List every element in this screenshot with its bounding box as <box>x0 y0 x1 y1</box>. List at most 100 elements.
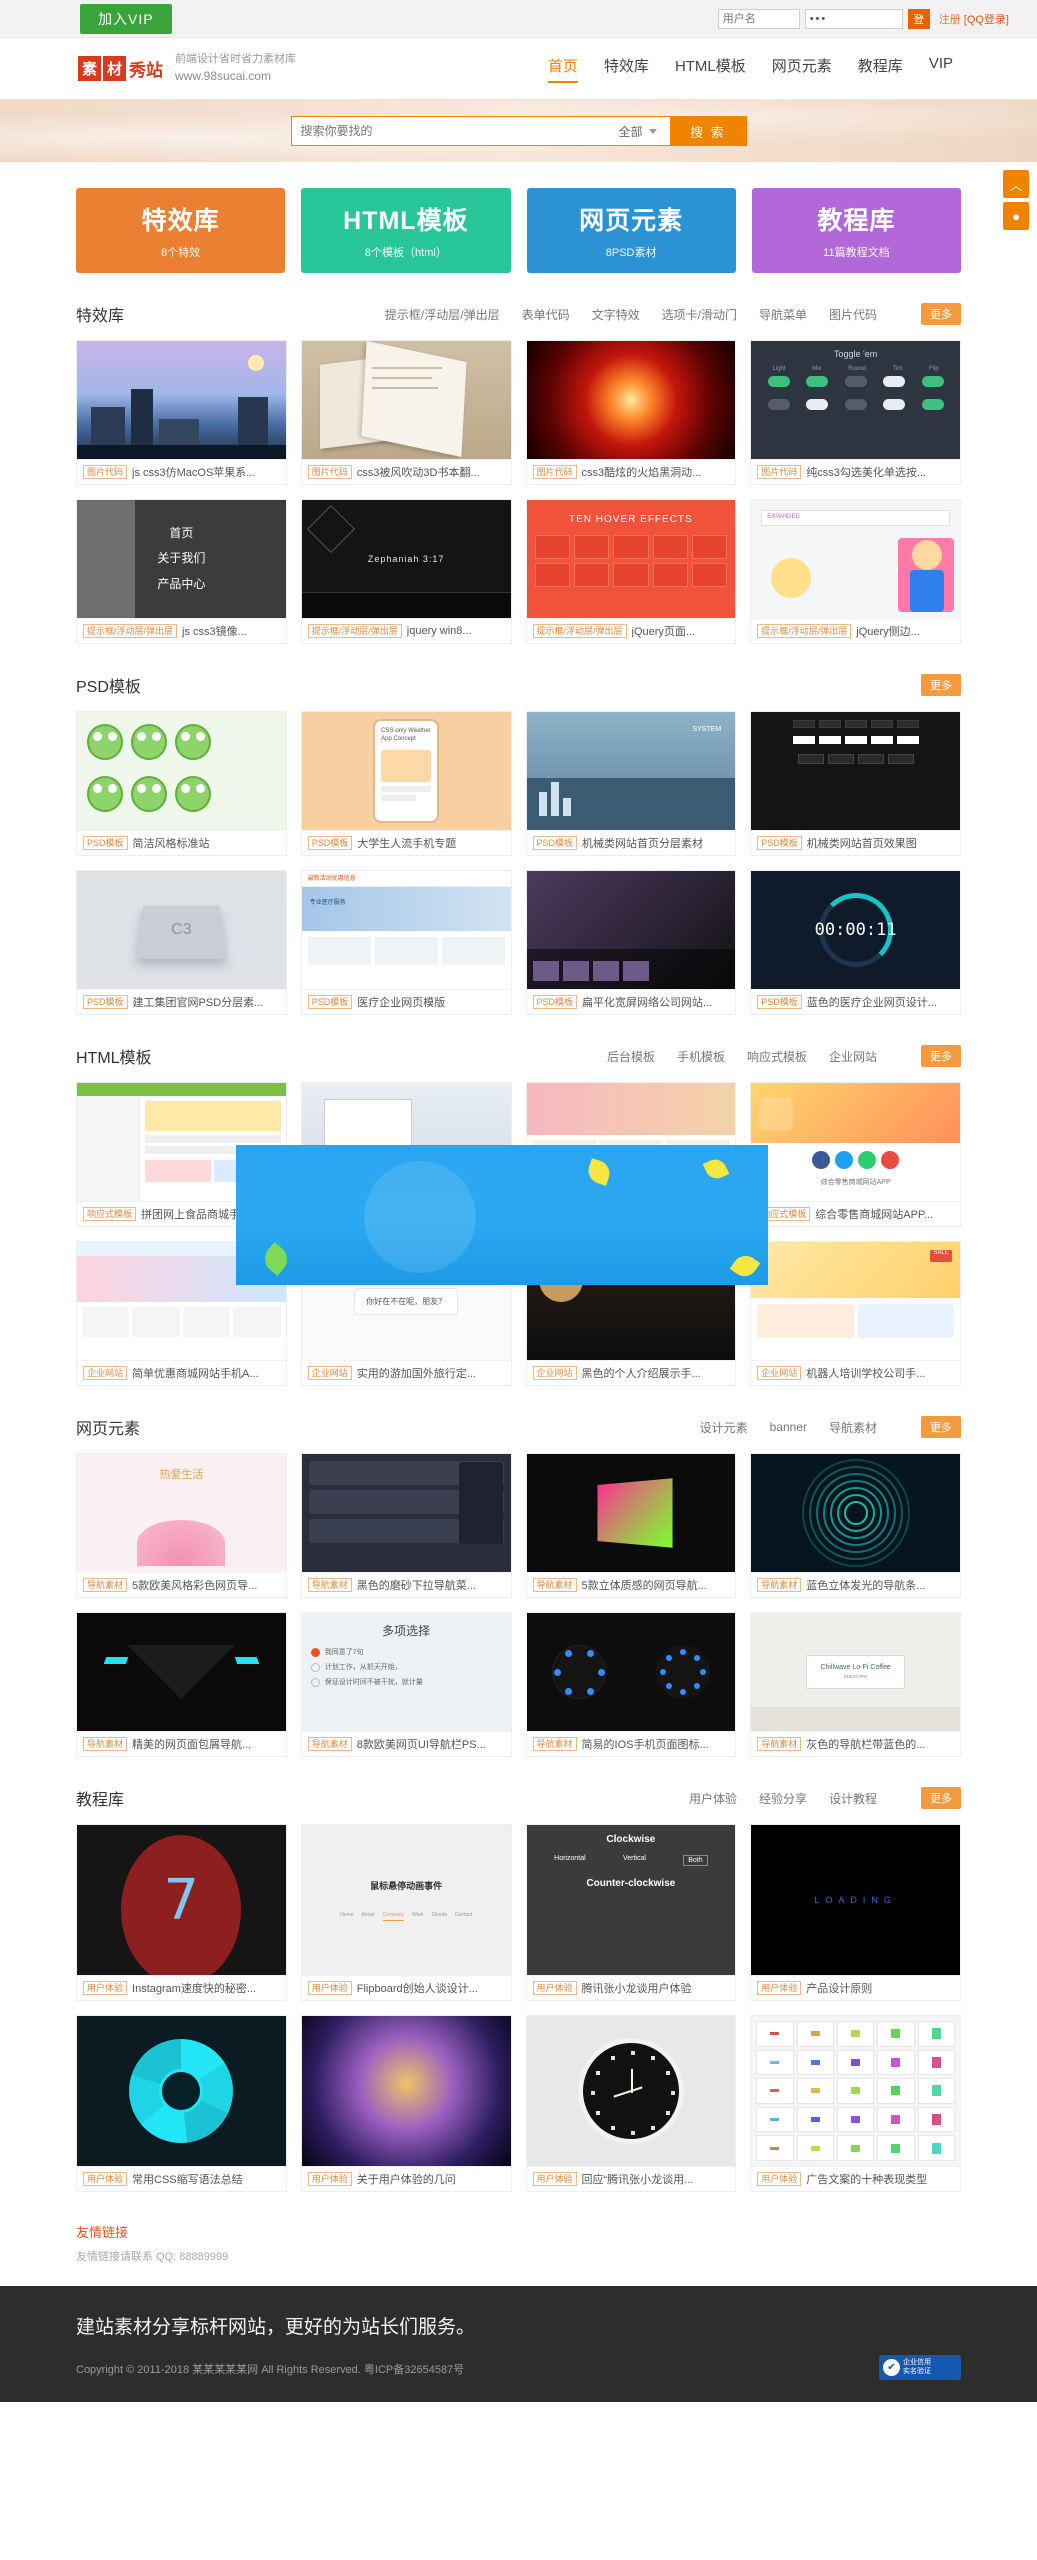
material-item[interactable]: 用户体验 广告文案的十种表现类型 <box>750 2015 961 2192</box>
material-item[interactable]: LOADING 用户体验 产品设计原则 <box>750 1824 961 2001</box>
nav-item-tutorials[interactable]: 教程库 <box>858 55 903 83</box>
material-item[interactable]: 鼠标悬停动画事件 Home About Company Work Clients Cont… <box>300 1824 512 2001</box>
item-title[interactable]: 5款立体质感的网页导航... <box>582 1577 707 1593</box>
item-thumbnail[interactable]: 多项选择 我同意了7句 计划工作，从抓天开始， 保证设计时间不被干扰，就计量 <box>301 1613 511 1731</box>
item-thumbnail[interactable]: 鼠标悬停动画事件 Home About Company Work Clients Cont… <box>301 1825 511 1975</box>
material-item[interactable]: 用户体验 回应“腾讯张小龙谈用... <box>525 2015 737 2192</box>
item-title[interactable]: 5款欧美风格彩色网页导... <box>132 1577 257 1593</box>
item-title[interactable]: 简单优惠商城网站手机A... <box>132 1365 259 1381</box>
material-item[interactable]: SYSTEM PSD模板 机械类网站首页分层素材 <box>525 711 737 856</box>
register-link[interactable]: 注册 [QQ登录] <box>939 11 1009 27</box>
section-nav-link[interactable]: 经验分享 <box>759 1790 807 1807</box>
item-thumbnail[interactable]: Clockwise Horizontal Vertical Both Counter… <box>526 1825 736 1975</box>
item-thumbnail[interactable] <box>751 1454 960 1572</box>
item-title[interactable]: 8款欧美网页UI导航栏PS... <box>357 1736 486 1752</box>
item-thumbnail[interactable]: Zephaniah 3:17 <box>301 500 511 618</box>
section-nav-link[interactable]: banner <box>770 1420 807 1434</box>
item-thumbnail[interactable]: 热爱生活 <box>77 1454 286 1572</box>
item-thumbnail[interactable] <box>526 2016 736 2166</box>
nav-item-html-templates[interactable]: HTML模板 <box>675 55 746 83</box>
item-category-tag[interactable]: 用户体验 <box>757 1980 802 1996</box>
section-nav-link[interactable]: 图片代码 <box>829 306 877 323</box>
material-item[interactable]: PSD模板 机械类网站首页效果图 <box>750 711 961 856</box>
item-category-tag[interactable]: 用户体验 <box>83 2171 128 2187</box>
item-category-tag[interactable]: 导航素材 <box>83 1577 128 1593</box>
nav-item-effects[interactable]: 特效库 <box>604 55 649 83</box>
item-title[interactable]: jQuery页面... <box>632 623 696 639</box>
scroll-to-top-button[interactable]: ︿ <box>1003 170 1029 198</box>
material-item[interactable]: 多项选择 我同意了7句 计划工作，从抓天开始， 保证设计时间不被干扰，就计量 导… <box>300 1612 512 1757</box>
item-category-tag[interactable]: 用户体验 <box>307 2171 352 2187</box>
item-category-tag[interactable]: 提示框/浮动层/弹出层 <box>307 623 402 639</box>
item-category-tag[interactable]: 用户体验 <box>757 2171 802 2187</box>
nav-item-home[interactable]: 首页 <box>547 55 578 83</box>
item-thumbnail[interactable]: 首页 关于我们 产品中心 <box>77 500 286 618</box>
item-title[interactable]: Flipboard创始人谈设计... <box>357 1980 478 1996</box>
item-category-tag[interactable]: 企业网站 <box>307 1365 352 1381</box>
item-title[interactable]: 黑色的个人介绍展示手... <box>582 1365 701 1381</box>
item-title[interactable]: 机械类网站首页分层素材 <box>582 835 703 851</box>
item-category-tag[interactable]: PSD模板 <box>83 835 128 851</box>
item-category-tag[interactable]: 图片代码 <box>307 464 352 480</box>
qq-login-link[interactable]: [QQ登录] <box>964 14 1009 26</box>
material-item[interactable]: 导航素材 5款立体质感的网页导航... <box>525 1453 737 1598</box>
item-title[interactable]: 实用的游加国外旅行定... <box>357 1365 476 1381</box>
section-more-button[interactable]: 更多 <box>921 674 961 696</box>
item-thumbnail[interactable] <box>751 2016 960 2166</box>
item-title[interactable]: 腾讯张小龙谈用户体验 <box>582 1980 692 1996</box>
item-title[interactable]: 纯css3勾选美化单选按... <box>806 464 926 480</box>
item-category-tag[interactable]: PSD模板 <box>757 994 802 1010</box>
item-title[interactable]: 黑色的磨砂下拉导航菜... <box>357 1577 476 1593</box>
username-input[interactable] <box>717 8 800 29</box>
item-thumbnail[interactable]: EXPANDED <box>751 500 960 618</box>
account-shortcut-button[interactable]: ● <box>1003 202 1029 230</box>
material-item[interactable]: 专业医疗服务 最新活动优惠信息 PSD模板 医疗企业网页模版 <box>300 870 512 1015</box>
item-thumbnail[interactable] <box>77 341 286 459</box>
material-item[interactable]: 图片代码 css3酷炫的火焰黑洞动... <box>525 340 737 485</box>
item-category-tag[interactable]: 企业网站 <box>83 1365 128 1381</box>
item-category-tag[interactable]: 导航素材 <box>757 1577 802 1593</box>
item-thumbnail[interactable] <box>301 341 511 459</box>
item-category-tag[interactable]: 导航素材 <box>532 1577 577 1593</box>
section-nav-link[interactable]: 用户体验 <box>689 1790 737 1807</box>
section-nav-link[interactable]: 后台模板 <box>607 1048 655 1065</box>
item-thumbnail[interactable]: 专业医疗服务 最新活动优惠信息 <box>301 871 511 989</box>
item-category-tag[interactable]: 导航素材 <box>307 1577 352 1593</box>
item-thumbnail[interactable]: 00:00:11 <box>751 871 960 989</box>
item-title[interactable]: 精美的网页面包屑导航... <box>132 1736 251 1752</box>
item-title[interactable]: jQuery侧边... <box>856 623 920 639</box>
join-vip-button[interactable]: 加入VIP <box>80 3 172 34</box>
material-item[interactable]: TEN HOVER EFFECTS 提示框/浮动层/弹出层 jQuery页面..… <box>525 499 737 644</box>
item-thumbnail[interactable]: Toggle 'em Light Mix Round Tint Flip <box>751 341 960 459</box>
material-item[interactable]: 导航素材 蓝色立体发光的导航条... <box>750 1453 961 1598</box>
item-title[interactable]: 建工集团官网PSD分层素... <box>133 994 264 1010</box>
item-category-tag[interactable]: PSD模板 <box>532 835 578 851</box>
item-thumbnail[interactable]: TEN HOVER EFFECTS <box>526 500 736 618</box>
material-item[interactable]: EXPANDED 提示框/浮动层/弹出层 jQuery侧边... <box>750 499 961 644</box>
item-category-tag[interactable]: 响应式模板 <box>83 1206 137 1222</box>
item-thumbnail[interactable] <box>301 1454 511 1572</box>
item-title[interactable]: 大学生人流手机专题 <box>357 835 456 851</box>
section-nav-link[interactable]: 选项卡/滑动门 <box>662 306 737 323</box>
category-card-elements[interactable]: 网页元素 8PSD素材 <box>526 188 736 273</box>
section-nav-link[interactable]: 表单代码 <box>522 306 570 323</box>
item-title[interactable]: 回应“腾讯张小龙谈用... <box>582 2171 694 2187</box>
item-title[interactable]: 广告文案的十种表现类型 <box>806 2171 927 2187</box>
item-title[interactable]: 简易的IOS手机页面图标... <box>582 1736 709 1752</box>
item-title[interactable]: 蓝色立体发光的导航条... <box>806 1577 925 1593</box>
item-title[interactable]: css3酷炫的火焰黑洞动... <box>582 464 702 480</box>
item-category-tag[interactable]: 用户体验 <box>83 1980 128 1996</box>
item-category-tag[interactable]: 提示框/浮动层/弹出层 <box>83 623 178 639</box>
section-nav-link[interactable]: 导航素材 <box>829 1419 877 1436</box>
material-item[interactable]: 用户体验 关于用户体验的几问 <box>300 2015 512 2192</box>
nav-item-web-elements[interactable]: 网页元素 <box>772 55 832 83</box>
section-more-button[interactable]: 更多 <box>921 303 961 325</box>
item-thumbnail[interactable]: 综合零售商城网站APP <box>751 1083 960 1201</box>
item-category-tag[interactable]: 用户体验 <box>532 1980 577 1996</box>
material-item[interactable]: SALE 企业网站 机器人培训学校公司手... <box>750 1241 961 1386</box>
material-item[interactable]: 热爱生活 导航素材 5款欧美风格彩色网页导... <box>76 1453 287 1598</box>
item-category-tag[interactable]: 提示框/浮动层/弹出层 <box>532 623 627 639</box>
material-item[interactable]: 图片代码 js css3仿MacOS苹果系... <box>76 340 287 485</box>
nav-item-vip[interactable]: VIP <box>929 55 953 83</box>
item-title[interactable]: jquery win8... <box>407 625 472 637</box>
